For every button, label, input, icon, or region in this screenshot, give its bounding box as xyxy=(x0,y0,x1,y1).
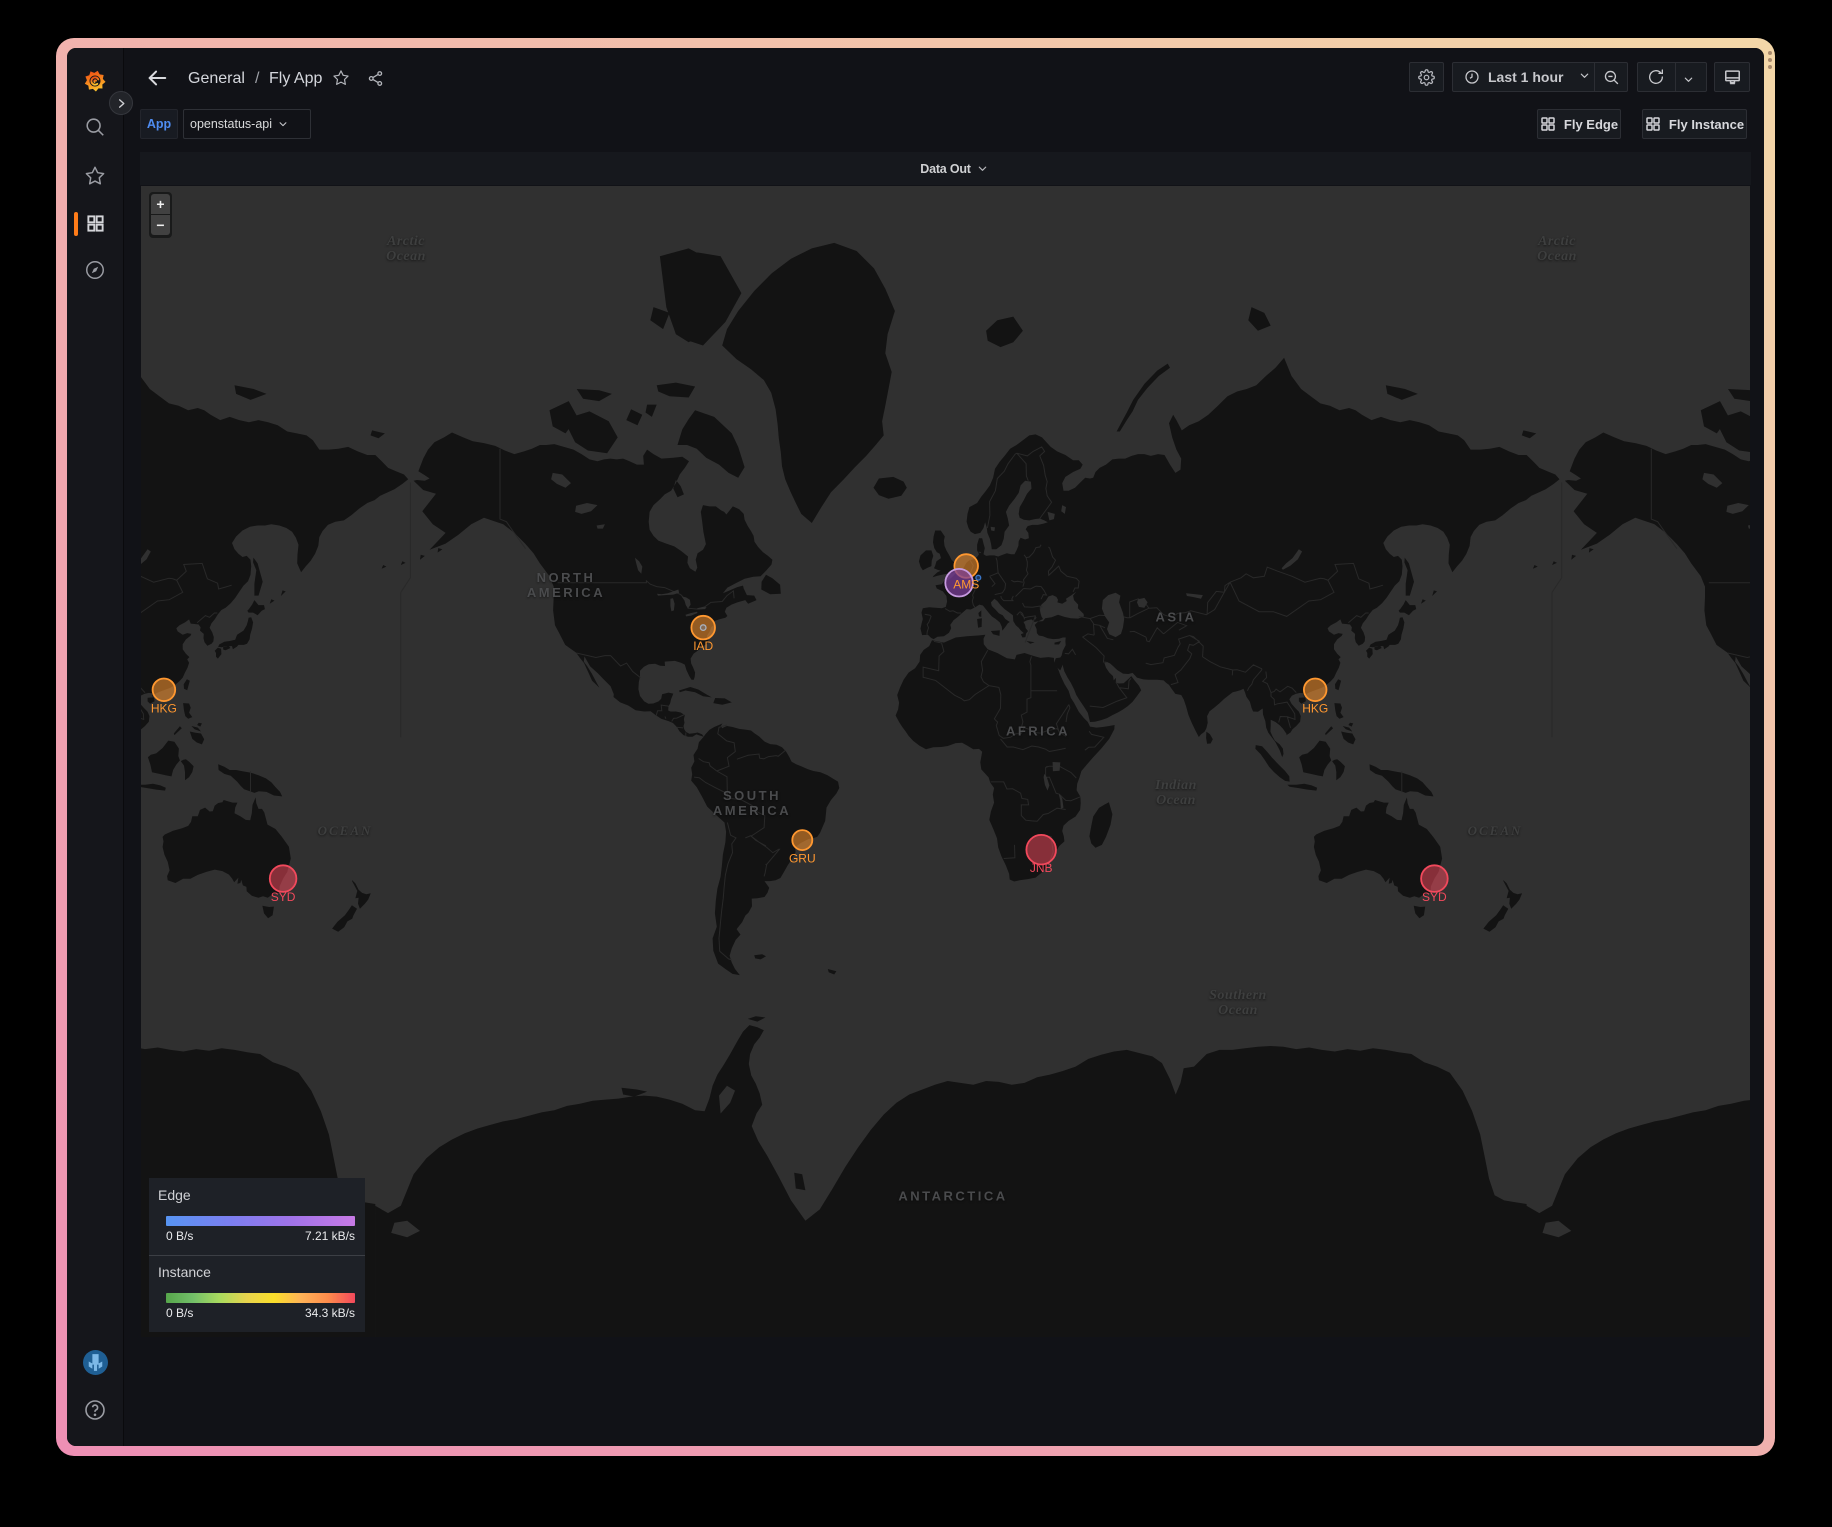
svg-text:GRU: GRU xyxy=(789,852,816,866)
svg-text:HKG: HKG xyxy=(1302,701,1328,715)
svg-text:SYD: SYD xyxy=(1422,890,1447,904)
svg-text:HKG: HKG xyxy=(151,701,177,715)
svg-text:JNB: JNB xyxy=(1030,861,1053,875)
svg-text:AMS: AMS xyxy=(953,578,979,592)
svg-text:SYD: SYD xyxy=(271,890,296,904)
svg-text:IAD: IAD xyxy=(693,639,713,653)
